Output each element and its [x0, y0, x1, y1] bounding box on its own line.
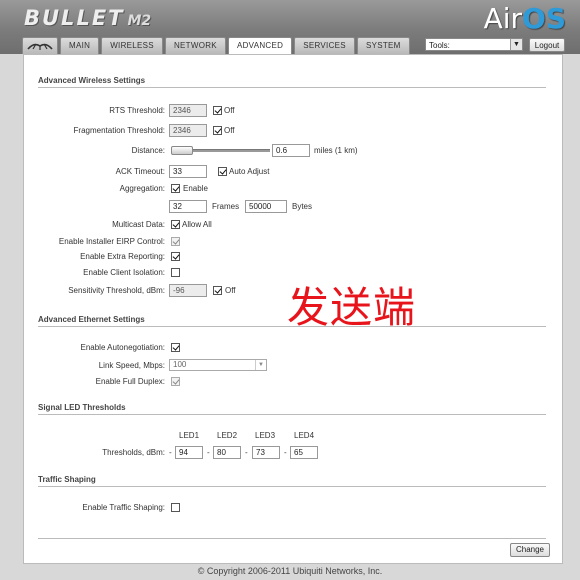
rts-threshold-input[interactable]: 2346: [169, 104, 207, 117]
autonegotiation-label: Enable Autonegotiation:: [80, 343, 165, 352]
rts-off-checkbox[interactable]: [213, 106, 222, 115]
led3-threshold-input[interactable]: 73: [252, 446, 280, 459]
divider: [38, 87, 546, 88]
led-separator: -: [207, 448, 210, 457]
frag-threshold-input[interactable]: 2346: [169, 124, 207, 137]
led2-header: LED2: [217, 431, 238, 440]
multicast-allow-all-checkbox[interactable]: [171, 220, 180, 229]
divider: [38, 538, 546, 539]
multicast-data-label: Multicast Data:: [112, 220, 165, 229]
extra-reporting-label: Enable Extra Reporting:: [80, 252, 165, 261]
airos-prefix: Air: [483, 2, 523, 35]
airos-logo: AirOS: [484, 2, 566, 35]
full-duplex-label: Enable Full Duplex:: [95, 377, 165, 386]
header-bar: BULLET M2 AirOS MAIN WIRELESS NETWORK ADV…: [0, 0, 580, 55]
link-speed-value: 100: [173, 360, 187, 369]
frag-threshold-label: Fragmentation Threshold:: [73, 126, 165, 135]
tab-services[interactable]: SERVICES: [294, 37, 355, 54]
tools-select-value: Tools:: [429, 41, 450, 50]
frag-off-checkbox[interactable]: [213, 126, 222, 135]
multicast-allow-all-label: Allow All: [182, 220, 212, 229]
main-tabs: MAIN WIRELESS NETWORK ADVANCED SERVICES …: [22, 37, 412, 55]
autonegotiation-checkbox[interactable]: [171, 343, 180, 352]
client-isolation-label: Enable Client Isolation:: [83, 268, 165, 277]
aggregation-label: Aggregation:: [119, 184, 165, 193]
tools-select[interactable]: Tools: ▼: [425, 38, 523, 51]
led-separator: -: [284, 448, 287, 457]
product-logo: BULLET M2: [24, 6, 151, 30]
ack-timeout-label: ACK Timeout:: [115, 167, 165, 176]
distance-slider-handle[interactable]: [171, 146, 193, 155]
traffic-shaping-checkbox[interactable]: [171, 503, 180, 512]
led-separator: -: [169, 448, 172, 457]
led1-threshold-input[interactable]: 94: [175, 446, 203, 459]
airos-suffix: OS: [522, 2, 566, 35]
client-isolation-checkbox[interactable]: [171, 268, 180, 277]
tab-wireless[interactable]: WIRELESS: [101, 37, 163, 54]
tab-system[interactable]: SYSTEM: [356, 37, 410, 54]
tab-main[interactable]: MAIN: [60, 37, 100, 54]
distance-unit: miles (1 km): [314, 146, 358, 155]
ack-auto-adjust-label: Auto Adjust: [229, 167, 270, 176]
link-speed-select[interactable]: 100 ▼: [169, 359, 267, 371]
tab-advanced[interactable]: ADVANCED: [227, 37, 293, 55]
rts-threshold-label: RTS Threshold:: [109, 106, 165, 115]
chevron-down-icon: ▼: [255, 360, 266, 370]
divider: [38, 486, 546, 487]
sensitivity-off-checkbox[interactable]: [213, 286, 222, 295]
eirp-control-checkbox[interactable]: [171, 237, 180, 246]
link-speed-label: Link Speed, Mbps:: [98, 361, 165, 370]
product-model: M2: [127, 13, 152, 29]
traffic-shaping-label: Enable Traffic Shaping:: [82, 503, 165, 512]
aggregation-bytes-input[interactable]: 50000: [245, 200, 287, 213]
ack-auto-adjust-checkbox[interactable]: [218, 167, 227, 176]
change-button[interactable]: Change: [510, 543, 550, 557]
distance-input[interactable]: 0.6: [272, 144, 310, 157]
chevron-down-icon: ▼: [510, 39, 522, 50]
section-title-wireless: Advanced Wireless Settings: [38, 76, 146, 85]
copyright-footer: © Copyright 2006-2011 Ubiquiti Networks,…: [197, 566, 383, 576]
frag-off-label: Off: [224, 126, 235, 135]
led4-header: LED4: [294, 431, 315, 440]
extra-reporting-checkbox[interactable]: [171, 252, 180, 261]
aggregation-frames-label: Frames: [212, 202, 240, 211]
sensitivity-threshold-label: Sensitivity Threshold, dBm:: [68, 286, 165, 295]
section-title-signal-led: Signal LED Thresholds: [38, 403, 126, 412]
section-title-ethernet: Advanced Ethernet Settings: [38, 315, 145, 324]
eirp-control-label: Enable Installer EIRP Control:: [58, 237, 165, 246]
led4-threshold-input[interactable]: 65: [290, 446, 318, 459]
aggregation-enable-checkbox[interactable]: [171, 184, 180, 193]
overlay-annotation: 发送端: [287, 283, 417, 332]
led3-header: LED3: [255, 431, 276, 440]
aggregation-enable-label: Enable: [183, 184, 208, 193]
tab-ubnt-logo[interactable]: [22, 37, 58, 54]
divider: [38, 414, 546, 415]
tab-network[interactable]: NETWORK: [164, 37, 226, 54]
product-name: BULLET: [24, 6, 125, 30]
logout-button[interactable]: Logout: [529, 38, 565, 52]
full-duplex-checkbox[interactable]: [171, 377, 180, 386]
sensitivity-off-label: Off: [225, 286, 236, 295]
ack-timeout-input[interactable]: 33: [169, 165, 207, 178]
aggregation-bytes-label: Bytes: [292, 202, 313, 211]
led1-header: LED1: [179, 431, 200, 440]
led-separator: -: [245, 448, 248, 457]
aggregation-frames-input[interactable]: 32: [169, 200, 207, 213]
section-title-traffic-shaping: Traffic Shaping: [38, 475, 96, 484]
thresholds-label: Thresholds, dBm:: [102, 448, 165, 457]
rts-off-label: Off: [224, 106, 235, 115]
sensitivity-threshold-input[interactable]: -96: [169, 284, 207, 297]
distance-label: Distance:: [131, 146, 165, 155]
led2-threshold-input[interactable]: 80: [213, 446, 241, 459]
ubnt-logo-icon: [27, 43, 53, 50]
